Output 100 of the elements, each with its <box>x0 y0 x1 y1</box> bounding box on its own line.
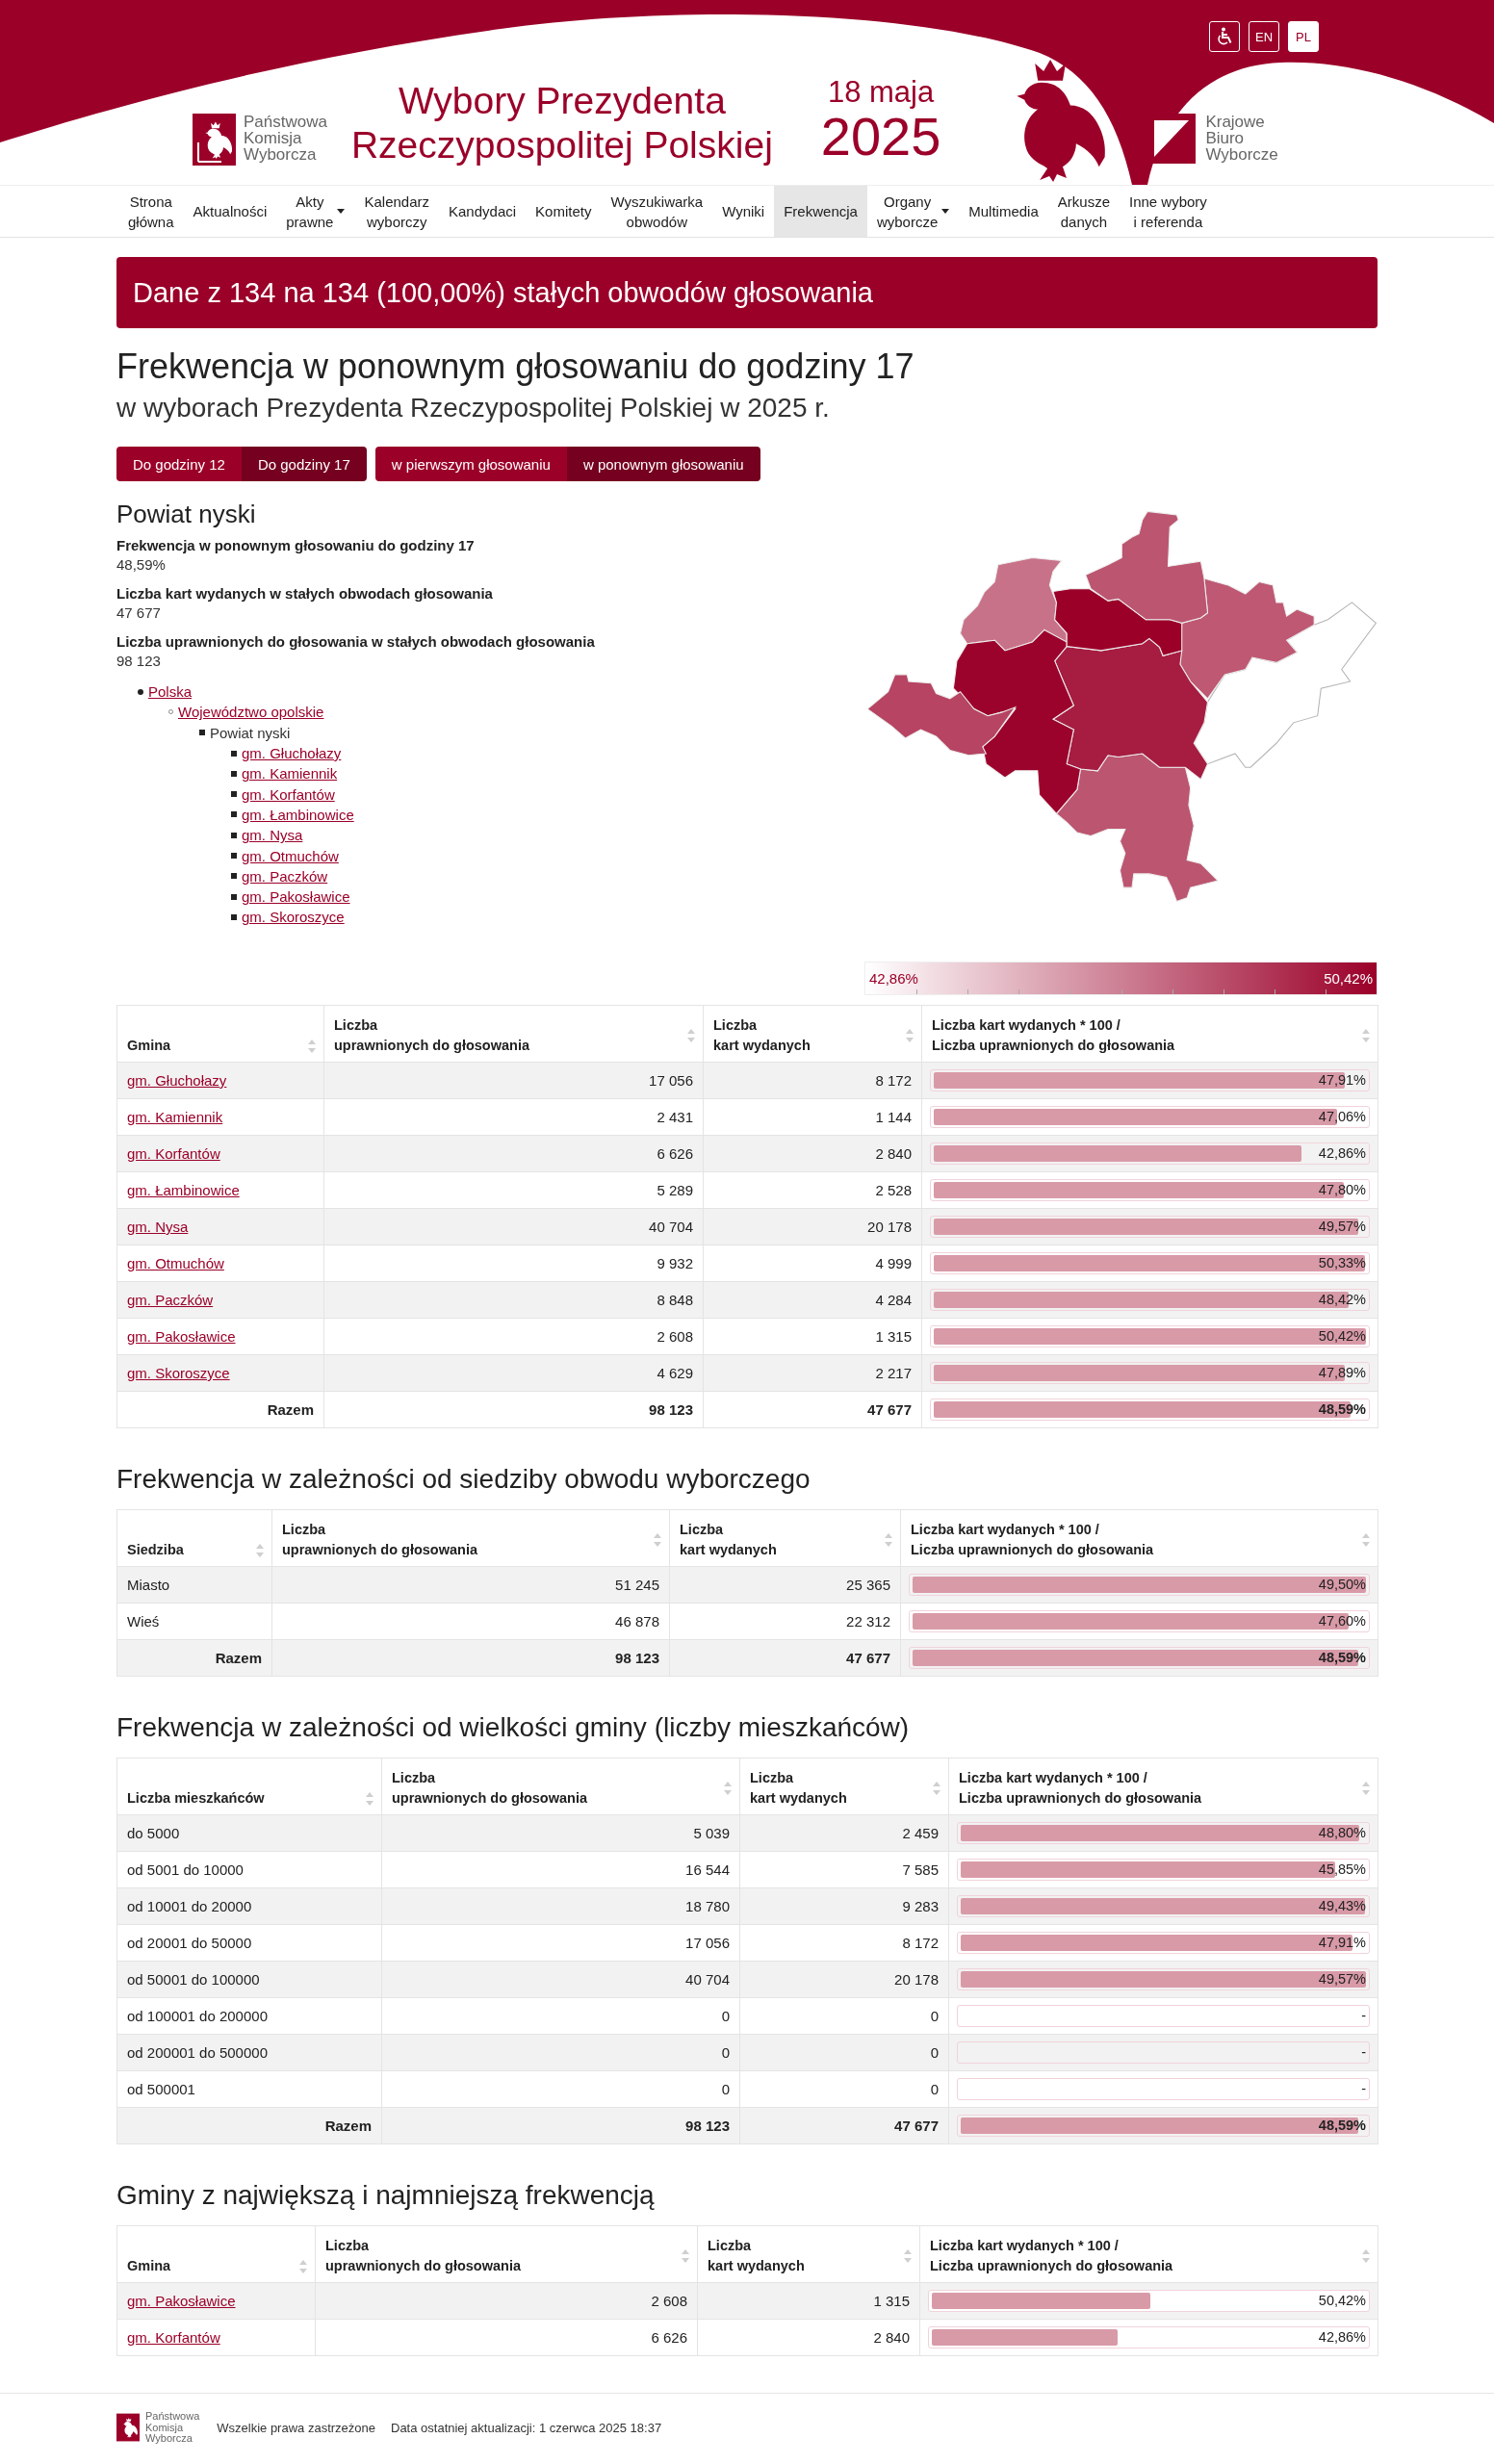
nav-link[interactable]: Arkusze danych <box>1047 186 1120 237</box>
filter-button[interactable]: w pierwszym głosowaniu <box>374 447 567 481</box>
region-link[interactable]: Polska <box>148 683 193 701</box>
caret-icon <box>941 209 950 214</box>
nav-link[interactable]: Organy wyborcze <box>866 186 960 237</box>
scale-max-label: 50,42% <box>1324 970 1373 987</box>
sort-icon[interactable] <box>933 1782 940 1795</box>
table-cell: 4 284 <box>703 1281 922 1319</box>
turnout-value: 48,42% <box>1318 1291 1366 1309</box>
turnout-value: 49,57% <box>1318 1218 1366 1236</box>
language-button[interactable]: EN <box>1249 21 1279 52</box>
logo-text: Wyborcza <box>145 2433 193 2445</box>
turnout-value: 49,43% <box>1318 1897 1366 1915</box>
table-cell: 0 <box>381 2070 740 2108</box>
turnout-value: 49,57% <box>1318 1970 1366 1989</box>
nav-link[interactable]: Kandydaci <box>439 186 527 237</box>
caret-icon <box>337 209 346 214</box>
table-cell: 47 677 <box>703 1391 922 1428</box>
filter-button[interactable]: w ponownym głosowaniu <box>566 447 760 481</box>
sort-icon[interactable] <box>1362 1782 1370 1795</box>
row-label: Razem <box>324 2118 372 2134</box>
column-header[interactable]: Liczba mieszkańców <box>127 1788 265 1809</box>
column-header[interactable]: Gmina <box>127 1036 171 1056</box>
gmina-link[interactable]: gm. Paczków <box>127 1292 214 1308</box>
region-link[interactable]: gm. Skoroszyce <box>242 909 345 926</box>
sort-icon[interactable] <box>906 1029 914 1042</box>
section-heading: Gminy z największą i najmniejszą frekwencją <box>116 2179 656 2212</box>
region-link[interactable]: gm. Kamiennik <box>242 765 338 783</box>
sort-icon[interactable] <box>366 1791 374 1806</box>
turnout-value: 47,91% <box>1318 1934 1366 1952</box>
sort-icon[interactable] <box>654 1533 661 1547</box>
region-link[interactable]: gm. Paczków <box>242 867 328 885</box>
turnout-value: 47,06% <box>1318 1108 1366 1126</box>
nav-link[interactable]: Wyszukiwarka obwodów <box>601 186 713 237</box>
turnout-value: 48,80% <box>1318 1824 1366 1842</box>
table-cell: 2 840 <box>703 1135 922 1172</box>
election-title: Wybory Prezydenta <box>398 79 726 123</box>
table-cell: 6 626 <box>323 1135 704 1172</box>
region-link[interactable]: Województwo opolskie <box>178 704 324 721</box>
region-link[interactable]: gm. Głuchołazy <box>242 745 342 762</box>
sort-icon[interactable] <box>1362 1533 1370 1547</box>
turnout-value: 42,86% <box>1318 2328 1366 2347</box>
filter-button[interactable]: Do godziny 17 <box>241 447 367 481</box>
column-header[interactable]: Gmina <box>127 2256 171 2276</box>
sort-icon[interactable] <box>904 2249 912 2263</box>
gmina-link[interactable]: gm. Nysa <box>127 1219 189 1235</box>
sort-icon[interactable] <box>256 1543 264 1557</box>
region-link[interactable]: gm. Nysa <box>242 827 303 844</box>
nav-link[interactable]: Multimedia <box>959 186 1048 237</box>
nav-link[interactable]: Komitety <box>526 186 602 237</box>
gmina-link[interactable]: gm. Korfantów <box>127 1145 220 1162</box>
table-cell: 4 629 <box>323 1354 704 1392</box>
turnout-value: - <box>1361 2007 1366 2025</box>
nav-link[interactable]: Strona główna <box>116 186 184 237</box>
wheelchair-icon <box>1215 27 1234 46</box>
logo-text: Państwowa <box>145 2411 200 2423</box>
turnout-value: 49,50% <box>1318 1576 1366 1594</box>
nav-link[interactable]: Akty prawne <box>276 186 355 237</box>
sort-icon[interactable] <box>308 1039 316 1053</box>
sort-icon[interactable] <box>1362 2249 1370 2263</box>
row-label: od 200001 do 500000 <box>127 2044 268 2061</box>
table-cell: 1 315 <box>703 1318 922 1355</box>
column-header[interactable]: Siedziba <box>127 1540 184 1560</box>
sort-icon[interactable] <box>724 1782 732 1795</box>
nav-link[interactable]: Kalendarz wyborczy <box>354 186 439 237</box>
sort-icon[interactable] <box>1362 1029 1370 1042</box>
region-link[interactable]: gm. Otmuchów <box>242 847 339 864</box>
stat-label: Frekwencja w ponownym głosowaniu do godziny 17 <box>116 536 476 555</box>
accessibility-button[interactable] <box>1209 21 1240 52</box>
nav-link[interactable]: Wyniki <box>712 186 775 237</box>
region-link[interactable]: gm. Korfantów <box>242 785 335 803</box>
nav-link[interactable]: Frekwencja <box>774 186 867 237</box>
table-cell: 0 <box>739 1997 949 2035</box>
logo-text: Wyborcze <box>1205 146 1278 163</box>
turnout-value: 48,59% <box>1318 1649 1366 1667</box>
table-cell: 5 289 <box>323 1171 704 1209</box>
turnout-value: 47,91% <box>1318 1071 1366 1090</box>
nav-link[interactable]: Aktualności <box>183 186 277 237</box>
stat-value: 47 677 <box>116 603 162 623</box>
table-cell: 8 172 <box>739 1924 949 1962</box>
turnout-value: 42,86% <box>1318 1144 1366 1163</box>
sort-icon[interactable] <box>687 1029 695 1042</box>
table-cell: 0 <box>739 2070 949 2108</box>
logo-text: Wyborcza <box>244 146 318 163</box>
bird-logo-icon <box>116 2413 140 2443</box>
turnout-value: 50,42% <box>1318 1327 1366 1346</box>
table-cell: 4 999 <box>703 1245 922 1282</box>
region-link[interactable]: gm. Pakosławice <box>242 888 350 906</box>
table-cell: 8 172 <box>703 1062 922 1099</box>
sort-icon[interactable] <box>299 2259 307 2273</box>
table-cell: 51 245 <box>271 1566 670 1604</box>
turnout-value: 50,33% <box>1318 1254 1366 1272</box>
sort-icon[interactable] <box>682 2249 689 2263</box>
language-button[interactable]: PL <box>1288 21 1319 52</box>
sort-icon[interactable] <box>885 1533 892 1547</box>
filter-button[interactable]: Do godziny 12 <box>116 447 242 481</box>
stat-label: Liczba kart wydanych w stałych obwodach głosowania <box>116 584 494 603</box>
logo-text: Państwowa <box>244 114 327 130</box>
nav-link[interactable]: Inne wybory i referenda <box>1120 186 1217 237</box>
region-link[interactable]: gm. Łambinowice <box>242 806 354 823</box>
